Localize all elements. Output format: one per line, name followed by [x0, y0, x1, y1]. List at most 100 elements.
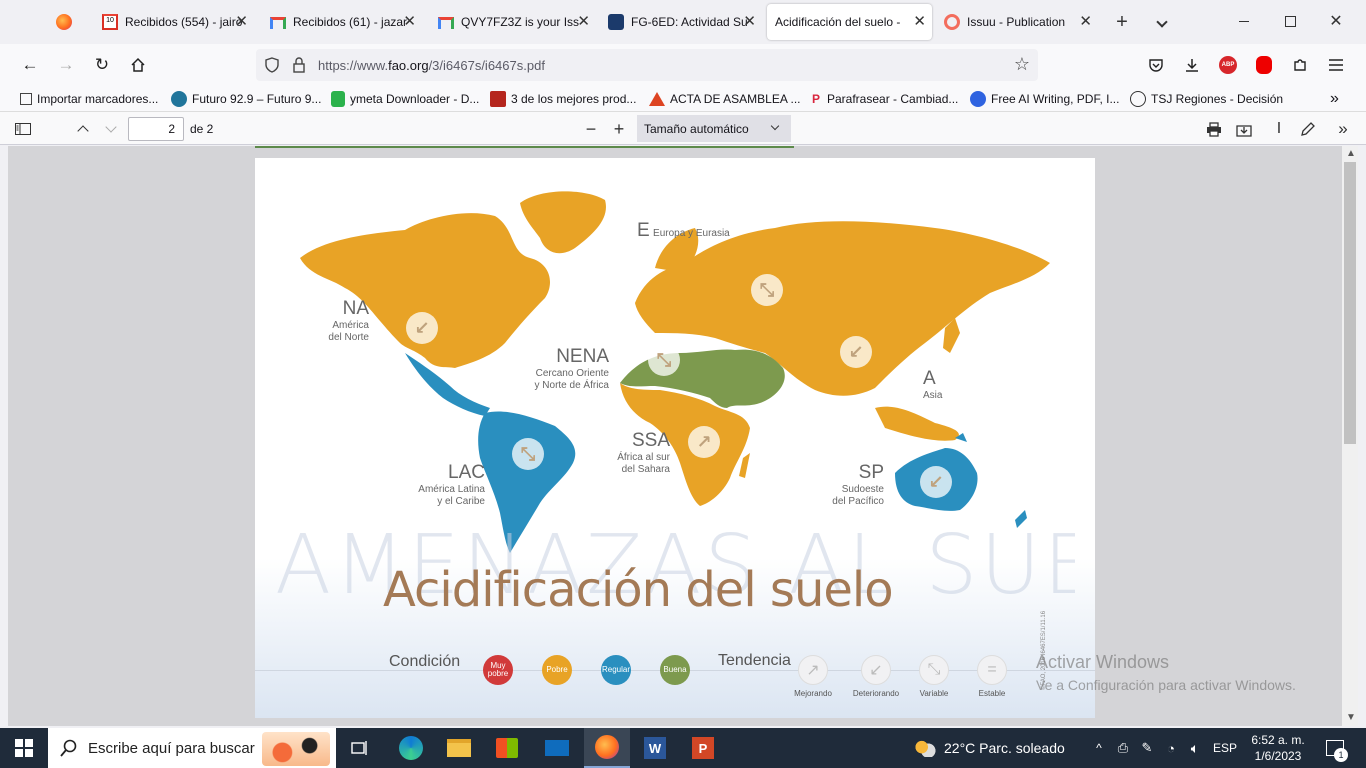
pocket-button[interactable] — [1144, 53, 1168, 77]
tab-bar: 10 Recibidos (554) - jairo ✕ Recibidos (… — [0, 0, 1366, 44]
page-number-input[interactable]: 2 — [128, 117, 184, 141]
url-text[interactable]: https://www.fao.org/3/i6467s/i6467s.pdf — [318, 58, 545, 73]
bookmark-import[interactable]: Importar marcadores... — [20, 90, 158, 108]
word-taskbar-button[interactable]: W — [634, 728, 676, 768]
pen-icon[interactable]: ✎ — [1136, 728, 1158, 768]
region-code: E — [637, 220, 650, 241]
adblock-button[interactable]: ABP — [1216, 53, 1240, 77]
sidebar-icon — [15, 123, 31, 135]
firefox-view-button[interactable] — [52, 12, 76, 34]
clock[interactable]: 6:52 a. m. 1/6/2023 — [1244, 728, 1312, 768]
condition-label: Condición — [389, 653, 461, 670]
pdf-viewer[interactable]: ↙ ⤡ ⤡ ↙ ↗ ⤡ ↙ NA América del Norte E Eur… — [8, 146, 1342, 726]
meet-now-icon[interactable]: ⎙ — [1112, 728, 1134, 768]
tab-acidificacion[interactable]: Acidificación del suelo - ✕ — [767, 4, 932, 40]
file-explorer-taskbar-button[interactable] — [438, 728, 480, 768]
hidden-icons-button[interactable]: ^ — [1088, 728, 1110, 768]
store-icon — [496, 738, 518, 758]
notifications-button[interactable]: 1 — [1318, 728, 1352, 768]
maximize-button[interactable] — [1272, 10, 1308, 34]
bookmark-mejores[interactable]: 3 de los mejores prod... — [490, 90, 636, 108]
a-trend-icon: ↙ — [840, 336, 872, 368]
zoom-in-button[interactable]: + — [608, 118, 630, 140]
text-tool-button[interactable]: I — [1268, 118, 1290, 140]
tab-issuu[interactable]: Issuu - Publication ✕ — [936, 4, 1098, 40]
print-button[interactable] — [1203, 118, 1225, 140]
opera-extension-button[interactable] — [1252, 53, 1276, 77]
reload-button[interactable]: ↻ — [90, 53, 114, 77]
zoom-out-button[interactable]: − — [580, 118, 602, 140]
close-tab-icon[interactable]: ✕ — [1079, 14, 1092, 29]
firefox-taskbar-button[interactable] — [584, 728, 630, 768]
list-all-tabs-button[interactable] — [1150, 10, 1174, 34]
vertical-scrollbar[interactable]: ▲ ▼ — [1342, 146, 1358, 726]
tab-title: QVY7FZ3Z is your Iss — [461, 15, 579, 29]
close-window-button[interactable]: ✕ — [1318, 10, 1354, 34]
trend-deteriorando-label: Deteriorando — [852, 689, 900, 698]
extensions-button[interactable] — [1288, 53, 1312, 77]
downloads-button[interactable] — [1180, 53, 1204, 77]
bookmark-acta[interactable]: ACTA DE ASAMBLEA ... — [649, 90, 801, 108]
close-tab-icon[interactable]: ✕ — [235, 14, 248, 29]
gmail-icon — [270, 17, 286, 29]
home-icon — [131, 57, 145, 72]
language-indicator[interactable]: ESP — [1208, 728, 1242, 768]
bookmark-ymeta[interactable]: ymeta Downloader - D... — [331, 90, 479, 108]
start-button[interactable] — [0, 728, 48, 768]
printer-icon — [1207, 121, 1221, 137]
network-icon[interactable]: ◔ — [1160, 728, 1182, 768]
word-icon: W — [644, 737, 666, 759]
back-button[interactable]: ← — [18, 53, 42, 77]
condition-buena: Buena — [660, 655, 690, 685]
previous-page-button[interactable] — [72, 118, 94, 140]
scroll-thumb[interactable] — [1344, 162, 1356, 444]
tools-overflow-button[interactable]: » — [1332, 118, 1354, 140]
menu-button[interactable] — [1324, 53, 1348, 77]
condition-muy-pobre: Muy pobre — [483, 655, 513, 685]
close-tab-icon[interactable]: ✕ — [743, 14, 756, 29]
fg-icon — [608, 14, 624, 30]
powerpoint-taskbar-button[interactable]: P — [682, 728, 724, 768]
region-name: Sudoeste — [841, 484, 884, 495]
draw-tool-button[interactable] — [1296, 118, 1318, 140]
scroll-down-arrow[interactable]: ▼ — [1346, 712, 1356, 723]
bookmark-label: Parafrasear - Cambiad... — [827, 92, 959, 106]
tab-gmail-2[interactable]: Recibidos (61) - jazar ✕ — [262, 4, 422, 40]
tab-title: Issuu - Publication — [967, 15, 1066, 29]
close-tab-icon[interactable]: ✕ — [913, 14, 926, 29]
close-tab-icon[interactable]: ✕ — [403, 14, 416, 29]
bookmark-freeai[interactable]: Free AI Writing, PDF, I... — [970, 90, 1119, 108]
next-page-button[interactable] — [100, 118, 122, 140]
tab-gmail-3[interactable]: QVY7FZ3Z is your Iss ✕ — [430, 4, 596, 40]
bookmark-star-icon[interactable]: ☆ — [1014, 54, 1030, 75]
bookmark-futuro[interactable]: Futuro 92.9 – Futuro 9... — [171, 90, 321, 108]
bookmark-tsj[interactable]: TSJ Regiones - Decisión — [1130, 90, 1283, 108]
region-code: SP — [858, 462, 884, 483]
store-taskbar-button[interactable] — [486, 728, 528, 768]
bookmark-parafrasear[interactable]: P Parafrasear - Cambiad... — [810, 90, 958, 108]
url-bar[interactable]: https://www.fao.org/3/i6467s/i6467s.pdf … — [256, 49, 1038, 81]
scroll-up-arrow[interactable]: ▲ — [1346, 148, 1356, 159]
close-tab-icon[interactable]: ✕ — [577, 14, 590, 29]
bookmark-label: ymeta Downloader - D... — [350, 92, 480, 106]
mail-taskbar-button[interactable] — [536, 728, 578, 768]
forward-button[interactable]: → — [54, 53, 78, 77]
mail-icon — [545, 740, 569, 756]
tab-gmail-1[interactable]: 10 Recibidos (554) - jairo ✕ — [94, 4, 254, 40]
bookmarks-overflow-button[interactable]: » — [1330, 90, 1339, 108]
volume-icon[interactable]: 🔈︎ — [1184, 728, 1206, 768]
taskbar-search-box[interactable]: Escribe aquí para buscar — [48, 728, 336, 768]
save-button[interactable] — [1233, 118, 1255, 140]
edge-taskbar-button[interactable] — [390, 728, 432, 768]
trend-mejorando-icon: ↗ — [798, 655, 828, 685]
new-tab-button[interactable]: + — [1110, 10, 1134, 34]
sidebar-toggle-button[interactable] — [12, 118, 34, 140]
tab-fg[interactable]: FG-6ED: Actividad Su ✕ — [600, 4, 762, 40]
task-view-button[interactable] — [340, 728, 380, 768]
pdf-toolbar: 2 de 2 − + Tamaño automático I » — [0, 112, 1366, 145]
region-code: NENA — [556, 346, 609, 367]
minimize-button[interactable] — [1226, 10, 1262, 34]
weather-widget[interactable]: 22°C Parc. soleado — [914, 728, 1074, 768]
zoom-select[interactable]: Tamaño automático — [637, 115, 791, 142]
home-button[interactable] — [126, 53, 150, 77]
